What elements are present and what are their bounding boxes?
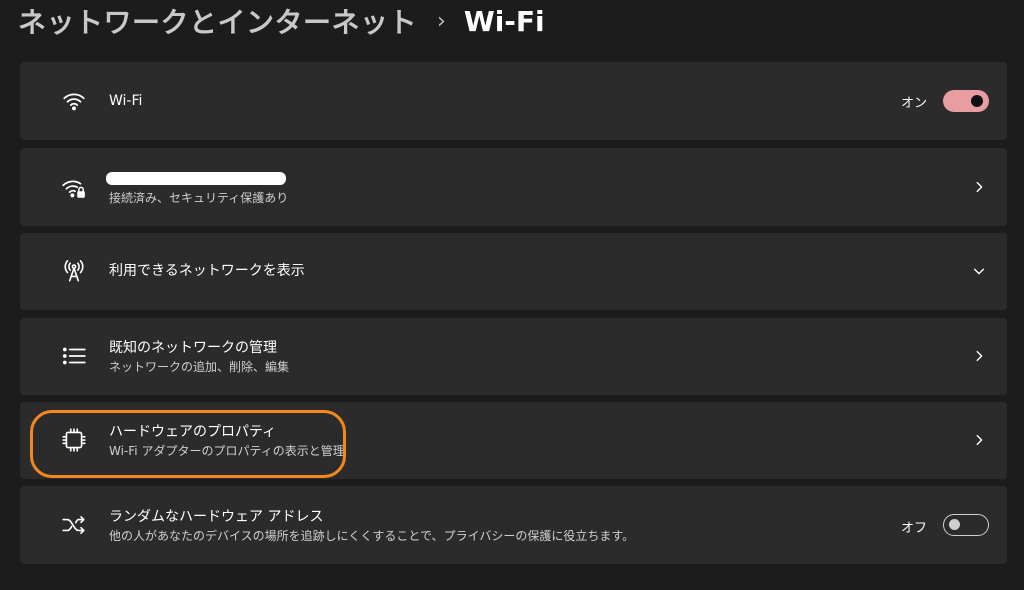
wifi-lock-icon — [60, 174, 88, 202]
chevron-right-icon — [971, 432, 987, 448]
chevron-down-icon — [971, 263, 987, 279]
chevron-right-icon — [971, 348, 987, 364]
wifi-icon — [60, 87, 88, 115]
known-networks-title: 既知のネットワークの管理 — [109, 340, 277, 356]
breadcrumb-parent[interactable]: ネットワークとインターネット — [18, 1, 417, 41]
hardware-properties-card[interactable]: ハードウェアのプロパティ Wi-Fi アダプターのプロパティの表示と管理 — [20, 402, 1007, 479]
random-address-title: ランダムなハードウェア アドレス — [109, 509, 324, 525]
wifi-title: Wi-Fi — [109, 93, 143, 109]
wifi-toggle-card: Wi-Fi オン — [20, 62, 1007, 140]
connected-network-card[interactable]: 接続済み、セキュリティ保護あり — [20, 148, 1007, 226]
antenna-icon — [60, 257, 88, 285]
toggle-knob — [971, 95, 983, 107]
known-networks-card[interactable]: 既知のネットワークの管理 ネットワークの追加、削除、編集 — [20, 318, 1007, 395]
toggle-knob — [949, 519, 960, 530]
breadcrumb-separator: › — [437, 8, 446, 34]
chevron-right-icon — [971, 179, 987, 195]
redacted-network-name — [106, 172, 286, 185]
random-address-toggle[interactable] — [943, 514, 989, 536]
random-address-subtitle: 他の人があなたのデバイスの場所を追跡しにくくすることで、プライバシーの保護に役立… — [109, 529, 635, 543]
random-address-toggle-label: オフ — [900, 521, 927, 536]
wifi-toggle-label: オン — [900, 96, 927, 111]
hardware-properties-subtitle: Wi-Fi アダプターのプロパティの表示と管理 — [109, 444, 345, 458]
available-networks-card[interactable]: 利用できるネットワークを表示 — [20, 233, 1007, 310]
wifi-toggle[interactable] — [943, 90, 989, 112]
list-icon — [60, 342, 88, 370]
known-networks-subtitle: ネットワークの追加、削除、編集 — [109, 360, 290, 374]
connected-status: 接続済み、セキュリティ保護あり — [109, 191, 289, 205]
random-hardware-address-card: ランダムなハードウェア アドレス 他の人があなたのデバイスの場所を追跡しにくくす… — [20, 486, 1007, 564]
breadcrumb: ネットワークとインターネット › Wi-Fi — [18, 0, 545, 42]
available-networks-title: 利用できるネットワークを表示 — [109, 263, 305, 279]
page-title: Wi-Fi — [463, 4, 545, 38]
chip-icon — [60, 426, 88, 454]
hardware-properties-title: ハードウェアのプロパティ — [109, 424, 277, 440]
shuffle-icon — [60, 511, 88, 539]
